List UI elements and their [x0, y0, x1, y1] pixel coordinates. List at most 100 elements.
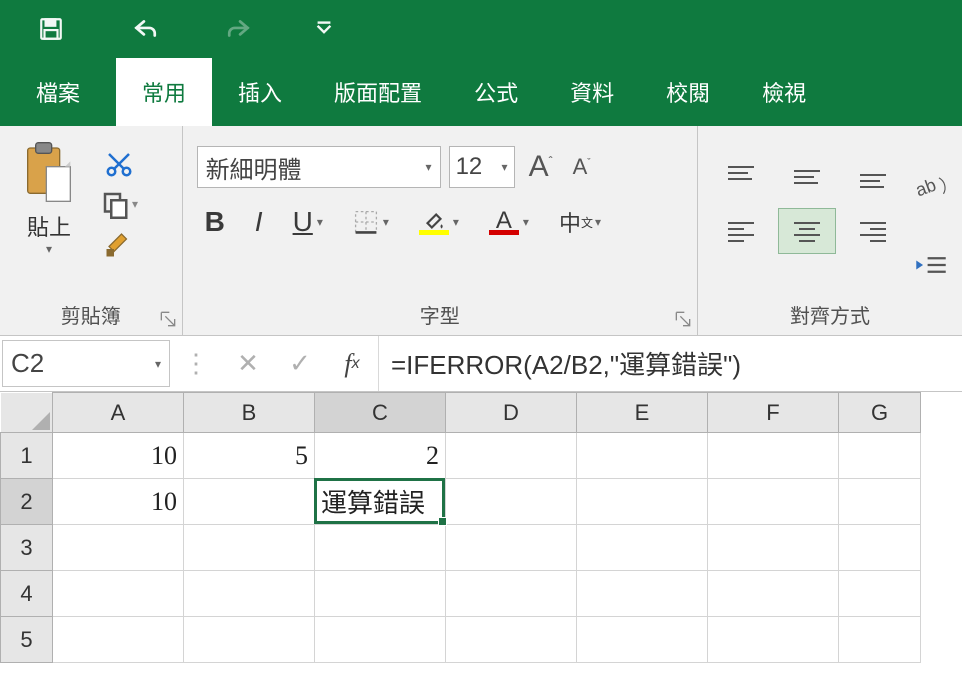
fill-color-button[interactable]: ▾ — [419, 210, 459, 235]
cell-c4[interactable] — [315, 571, 446, 617]
cell-g5[interactable] — [839, 617, 921, 663]
cell-d4[interactable] — [446, 571, 577, 617]
ribbon: 貼上 ▾ ▾ 剪貼簿 新細明體 ▾ — [0, 126, 962, 336]
cell-a5[interactable] — [53, 617, 184, 663]
cell-b2[interactable] — [184, 479, 315, 525]
cut-button[interactable] — [96, 144, 142, 184]
cell-c5[interactable] — [315, 617, 446, 663]
cell-f4[interactable] — [708, 571, 839, 617]
cell-c2[interactable]: 運算錯誤 — [315, 479, 446, 525]
cell-e5[interactable] — [577, 617, 708, 663]
cell-g4[interactable] — [839, 571, 921, 617]
cell-a1[interactable]: 10 — [53, 433, 184, 479]
cell-g3[interactable] — [839, 525, 921, 571]
underline-button[interactable]: U▾ — [293, 206, 323, 238]
formula-text: =IFERROR(A2/B2,"運算錯誤") — [391, 345, 741, 382]
bold-button[interactable]: B — [205, 206, 225, 238]
cancel-formula-button[interactable]: ✕ — [222, 348, 274, 379]
paste-label: 貼上 — [27, 210, 71, 242]
row-header-3[interactable]: 3 — [1, 525, 53, 571]
cell-f5[interactable] — [708, 617, 839, 663]
qat-customize-button[interactable] — [316, 12, 332, 46]
col-header-c[interactable]: C — [315, 393, 446, 433]
col-header-g[interactable]: G — [839, 393, 921, 433]
tab-file[interactable]: 檔案 — [0, 58, 116, 126]
save-button[interactable] — [34, 12, 68, 46]
cell-a3[interactable] — [53, 525, 184, 571]
italic-button[interactable]: I — [255, 206, 263, 238]
increase-font-size-button[interactable]: Aˆ — [523, 150, 559, 184]
col-header-b[interactable]: B — [184, 393, 315, 433]
cell-b4[interactable] — [184, 571, 315, 617]
cell-d3[interactable] — [446, 525, 577, 571]
cell-e1[interactable] — [577, 433, 708, 479]
row-header-2[interactable]: 2 — [1, 479, 53, 525]
orientation-button[interactable]: ab — [914, 173, 948, 206]
copy-button[interactable]: ▾ — [96, 184, 142, 224]
insert-function-button[interactable]: fx — [326, 349, 378, 379]
name-box[interactable]: C2 ▾ — [2, 340, 170, 387]
cell-c3[interactable] — [315, 525, 446, 571]
chevron-down-icon: ▾ — [426, 160, 432, 174]
font-size-value: 12 — [456, 153, 483, 181]
row-header-4[interactable]: 4 — [1, 571, 53, 617]
tab-home[interactable]: 常用 — [116, 58, 212, 126]
align-middle-button[interactable] — [778, 154, 836, 200]
align-top-button[interactable] — [712, 154, 770, 200]
decrease-font-size-button[interactable]: Aˇ — [567, 154, 597, 180]
cell-e3[interactable] — [577, 525, 708, 571]
clipboard-dialog-launcher[interactable] — [160, 311, 176, 327]
col-header-f[interactable]: F — [708, 393, 839, 433]
cell-c1[interactable]: 2 — [315, 433, 446, 479]
font-color-button[interactable]: A ▾ — [489, 210, 529, 235]
paste-button[interactable]: 貼上 ▾ — [14, 136, 84, 272]
group-alignment: ab 對齊方式 — [698, 126, 962, 335]
enter-formula-button[interactable]: ✓ — [274, 348, 326, 379]
font-name-value: 新細明體 — [206, 150, 302, 185]
select-all-corner[interactable] — [1, 393, 53, 433]
cell-d2[interactable] — [446, 479, 577, 525]
col-header-e[interactable]: E — [577, 393, 708, 433]
tab-insert[interactable]: 插入 — [212, 58, 308, 126]
tab-page-layout[interactable]: 版面配置 — [308, 58, 448, 126]
cell-a4[interactable] — [53, 571, 184, 617]
cell-b5[interactable] — [184, 617, 315, 663]
tab-view[interactable]: 檢視 — [736, 58, 832, 126]
cell-b3[interactable] — [184, 525, 315, 571]
col-header-a[interactable]: A — [53, 393, 184, 433]
align-right-button[interactable] — [844, 208, 902, 254]
align-bottom-button[interactable] — [844, 154, 902, 200]
borders-button[interactable]: ▾ — [353, 209, 389, 235]
cell-e4[interactable] — [577, 571, 708, 617]
tab-data[interactable]: 資料 — [544, 58, 640, 126]
row-header-1[interactable]: 1 — [1, 433, 53, 479]
font-name-combo[interactable]: 新細明體 ▾ — [197, 146, 441, 188]
font-size-combo[interactable]: 12 ▾ — [449, 146, 515, 188]
phonetic-guide-button[interactable]: 中文▾ — [559, 206, 601, 238]
cell-e2[interactable] — [577, 479, 708, 525]
decrease-indent-button[interactable] — [914, 251, 948, 284]
spreadsheet-grid[interactable]: A B C D E F G 1 10 5 2 2 10 運算錯誤 — [0, 392, 962, 663]
cell-a2[interactable]: 10 — [53, 479, 184, 525]
cell-g2[interactable] — [839, 479, 921, 525]
row-header-5[interactable]: 5 — [1, 617, 53, 663]
group-label-clipboard: 剪貼簿 — [0, 300, 182, 329]
redo-button[interactable] — [222, 12, 256, 46]
tab-formulas[interactable]: 公式 — [448, 58, 544, 126]
cell-f3[interactable] — [708, 525, 839, 571]
cell-d5[interactable] — [446, 617, 577, 663]
undo-button[interactable] — [128, 12, 162, 46]
cell-f2[interactable] — [708, 479, 839, 525]
cell-d1[interactable] — [446, 433, 577, 479]
formula-input[interactable]: =IFERROR(A2/B2,"運算錯誤") — [379, 336, 962, 391]
cell-b1[interactable]: 5 — [184, 433, 315, 479]
font-dialog-launcher[interactable] — [675, 311, 691, 327]
group-clipboard: 貼上 ▾ ▾ 剪貼簿 — [0, 126, 183, 335]
cell-f1[interactable] — [708, 433, 839, 479]
cell-g1[interactable] — [839, 433, 921, 479]
align-left-button[interactable] — [712, 208, 770, 254]
align-center-button[interactable] — [778, 208, 836, 254]
format-painter-button[interactable] — [96, 224, 142, 264]
col-header-d[interactable]: D — [446, 393, 577, 433]
tab-review[interactable]: 校閱 — [640, 58, 736, 126]
